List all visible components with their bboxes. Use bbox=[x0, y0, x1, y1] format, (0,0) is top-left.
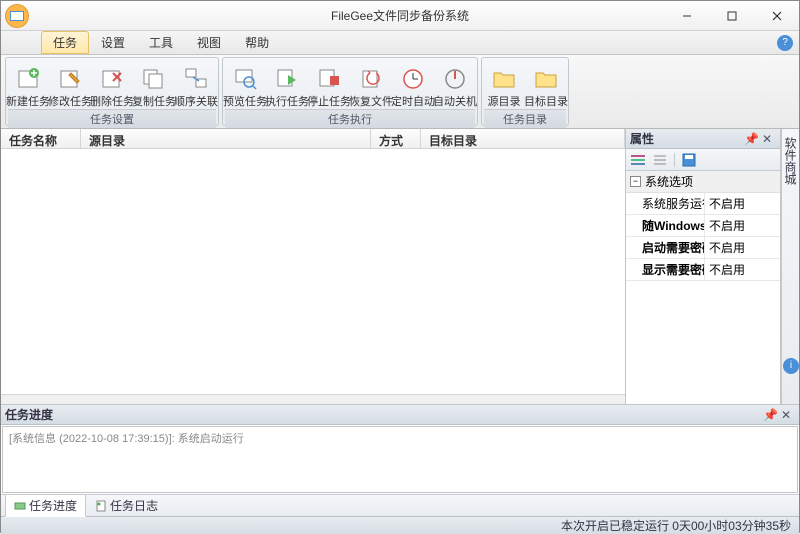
execute-task-button[interactable]: 执行任务 bbox=[267, 60, 307, 109]
task-list-header: 任务名称 源目录 方式 目标目录 bbox=[1, 129, 625, 149]
ribbon-group-task-dirs: 源目录 目标目录 任务目录 bbox=[481, 57, 569, 126]
sequence-link-icon bbox=[182, 64, 210, 92]
property-row[interactable]: 启动需要密码不启用 bbox=[626, 237, 780, 259]
sort-icon[interactable] bbox=[652, 153, 668, 167]
timer-auto-icon bbox=[399, 64, 427, 92]
pin-icon[interactable]: 📌 bbox=[744, 132, 758, 146]
uptime-text: 本次开启已稳定运行 0天00小时03分钟35秒 bbox=[561, 517, 791, 534]
property-row[interactable]: 系统服务运行不启用 bbox=[626, 193, 780, 215]
menu-tools[interactable]: 工具 bbox=[137, 31, 185, 54]
title-bar: FileGee文件同步备份系统 bbox=[1, 1, 799, 31]
close-icon[interactable]: ✕ bbox=[781, 408, 795, 422]
tab-progress[interactable]: 任务进度 bbox=[5, 494, 86, 517]
property-category[interactable]: − 系统选项 bbox=[626, 171, 780, 193]
horizontal-scrollbar[interactable] bbox=[1, 394, 625, 404]
timer-auto-button[interactable]: 定时自动 bbox=[393, 60, 433, 109]
progress-tabs: 任务进度 任务日志 bbox=[1, 494, 799, 516]
ribbon-group-label: 任务目录 bbox=[484, 109, 566, 128]
edit-task-icon bbox=[56, 64, 84, 92]
auto-shutdown-button[interactable]: 自动关机 bbox=[435, 60, 475, 109]
pin-icon[interactable]: 📌 bbox=[763, 408, 777, 422]
restore-file-button[interactable]: 恢复文件 bbox=[351, 60, 391, 109]
ribbon-group-label: 任务设置 bbox=[8, 109, 216, 128]
task-list-body[interactable] bbox=[1, 149, 625, 394]
progress-tab-icon bbox=[14, 500, 26, 512]
main-area: 任务名称 源目录 方式 目标目录 属性 📌 ✕ − 系统选项 系统服务运行不启用… bbox=[1, 129, 799, 404]
minimize-button[interactable] bbox=[664, 1, 709, 30]
col-method[interactable]: 方式 bbox=[371, 129, 421, 148]
window-title: FileGee文件同步备份系统 bbox=[331, 7, 469, 24]
ribbon-group-label: 任务执行 bbox=[225, 109, 475, 128]
copy-task-icon bbox=[140, 64, 168, 92]
maximize-button[interactable] bbox=[709, 1, 754, 30]
window-controls bbox=[664, 1, 799, 30]
preview-task-icon bbox=[231, 64, 259, 92]
target-folder-icon bbox=[532, 64, 560, 92]
stop-task-button[interactable]: 停止任务 bbox=[309, 60, 349, 109]
menu-view[interactable]: 视图 bbox=[185, 31, 233, 54]
restore-file-icon bbox=[357, 64, 385, 92]
properties-body: − 系统选项 系统服务运行不启用 随Windows...不启用 启动需要密码不启… bbox=[626, 171, 780, 404]
menu-task[interactable]: 任务 bbox=[41, 31, 89, 54]
close-icon[interactable]: ✕ bbox=[762, 132, 776, 146]
side-help-icon[interactable]: i bbox=[783, 358, 799, 374]
auto-shutdown-icon bbox=[441, 64, 469, 92]
menu-help[interactable]: 帮助 bbox=[233, 31, 281, 54]
col-source[interactable]: 源目录 bbox=[81, 129, 371, 148]
progress-panel: 任务进度 📌 ✕ [系统信息 (2022-10-08 17:39:15)]: 系… bbox=[1, 404, 799, 516]
ribbon-toolbar: 新建任务 修改任务 删除任务 复制任务 顺序关联 任务设置 bbox=[1, 55, 799, 129]
status-bar: 本次开启已稳定运行 0天00小时03分钟35秒 bbox=[1, 516, 799, 534]
delete-task-button[interactable]: 删除任务 bbox=[92, 60, 132, 109]
edit-task-button[interactable]: 修改任务 bbox=[50, 60, 90, 109]
ribbon-group-task-execute: 预览任务 执行任务 停止任务 恢复文件 定时自动 自动关机 bbox=[222, 57, 478, 126]
help-icon[interactable]: ? bbox=[777, 35, 793, 51]
save-icon[interactable] bbox=[681, 153, 697, 167]
property-row[interactable]: 显示需要密码不启用 bbox=[626, 259, 780, 281]
sequence-link-button[interactable]: 顺序关联 bbox=[176, 60, 216, 109]
preview-task-button[interactable]: 预览任务 bbox=[225, 60, 265, 109]
task-list: 任务名称 源目录 方式 目标目录 bbox=[1, 129, 626, 404]
new-task-button[interactable]: 新建任务 bbox=[8, 60, 48, 109]
menu-settings[interactable]: 设置 bbox=[89, 31, 137, 54]
properties-toolbar bbox=[626, 149, 780, 171]
tab-log[interactable]: 任务日志 bbox=[86, 494, 167, 517]
source-dir-button[interactable]: 源目录 bbox=[484, 60, 524, 109]
properties-panel: 属性 📌 ✕ − 系统选项 系统服务运行不启用 随Windows...不启用 启… bbox=[626, 129, 781, 404]
close-button[interactable] bbox=[754, 1, 799, 30]
ribbon-group-task-settings: 新建任务 修改任务 删除任务 复制任务 顺序关联 任务设置 bbox=[5, 57, 219, 126]
menu-bar: 任务 设置 工具 视图 帮助 ? bbox=[1, 31, 799, 55]
execute-task-icon bbox=[273, 64, 301, 92]
progress-body[interactable]: [系统信息 (2022-10-08 17:39:15)]: 系统启动运行 bbox=[2, 426, 798, 493]
copy-task-button[interactable]: 复制任务 bbox=[134, 60, 174, 109]
property-row[interactable]: 随Windows...不启用 bbox=[626, 215, 780, 237]
col-target[interactable]: 目标目录 bbox=[421, 129, 625, 148]
app-icon bbox=[5, 4, 29, 28]
target-dir-button[interactable]: 目标目录 bbox=[526, 60, 566, 109]
source-folder-icon bbox=[490, 64, 518, 92]
delete-task-icon bbox=[98, 64, 126, 92]
col-task-name[interactable]: 任务名称 bbox=[1, 129, 81, 148]
properties-header: 属性 📌 ✕ bbox=[626, 129, 780, 149]
categorize-icon[interactable] bbox=[630, 153, 646, 167]
side-tab-store[interactable]: 软件商城 i bbox=[781, 129, 799, 404]
collapse-icon[interactable]: − bbox=[630, 176, 641, 187]
log-tab-icon bbox=[95, 500, 107, 512]
log-entry: [系统信息 (2022-10-08 17:39:15)]: 系统启动运行 bbox=[3, 427, 797, 449]
new-task-icon bbox=[14, 64, 42, 92]
progress-header: 任务进度 📌 ✕ bbox=[1, 405, 799, 425]
stop-task-icon bbox=[315, 64, 343, 92]
